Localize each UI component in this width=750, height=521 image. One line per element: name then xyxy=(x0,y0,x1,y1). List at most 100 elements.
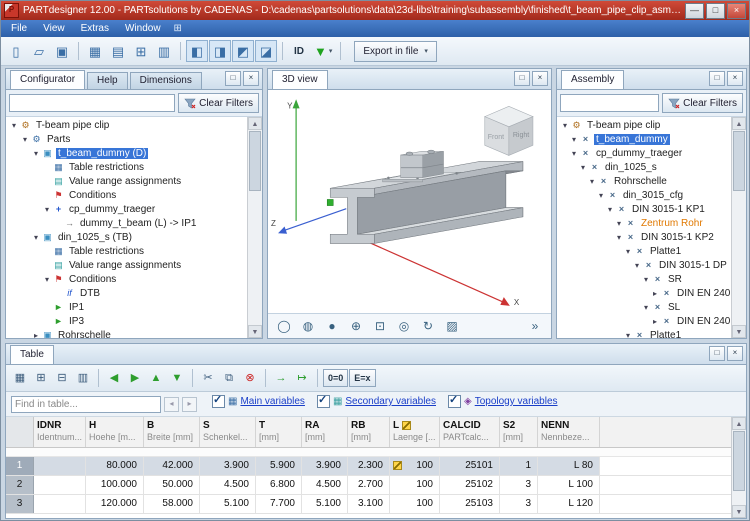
scroll-thumb[interactable] xyxy=(733,431,745,491)
variable-filter-label[interactable]: Main variables xyxy=(240,396,304,407)
tree-item-conditions[interactable]: ⚑Conditions xyxy=(6,188,247,202)
table-cell[interactable]: 120.000 xyxy=(86,495,144,513)
collapse-icon[interactable]: ▾ xyxy=(623,247,633,256)
table-cell[interactable]: 25102 xyxy=(440,476,500,494)
tree-item-t-beam-pipe-clip[interactable]: ▾⚙T-beam pipe clip xyxy=(6,118,247,132)
collapse-icon[interactable]: ▾ xyxy=(623,331,633,339)
scroll-track[interactable] xyxy=(732,192,746,325)
row-header[interactable]: 1 xyxy=(6,457,34,475)
expand-icon[interactable]: ▸ xyxy=(650,317,660,326)
collapse-icon[interactable]: ▾ xyxy=(560,121,570,130)
tree-item-t-beam-pipe-clip[interactable]: ▾⚙T-beam pipe clip xyxy=(557,118,731,132)
tree-item-din-1025-s[interactable]: ▾×din_1025_s xyxy=(557,160,731,174)
tree-item-ip3[interactable]: ►IP3 xyxy=(6,314,247,328)
publish-dropdown-button[interactable]: ▼▾ xyxy=(311,40,335,62)
insert-row-button[interactable]: ⊞ xyxy=(31,368,51,388)
collapse-icon[interactable]: ▾ xyxy=(42,205,52,214)
table-cell[interactable]: 25101 xyxy=(440,457,500,475)
rotate-view-button[interactable]: ↻ xyxy=(417,315,439,337)
scroll-down-icon[interactable]: ▼ xyxy=(248,325,262,338)
tab-3d-view[interactable]: 3D view xyxy=(272,70,328,89)
panel-close-button[interactable]: × xyxy=(532,71,548,86)
scroll-track[interactable] xyxy=(732,492,746,505)
tree-item-table-restrictions[interactable]: ▦Table restrictions xyxy=(6,244,247,258)
checkbox[interactable]: ✓ xyxy=(317,395,330,408)
column-header-rb[interactable]: RB[mm] xyxy=(348,417,390,447)
dimensions-button[interactable]: ⊞ xyxy=(130,40,152,62)
3d-viewport[interactable]: Y Z X xyxy=(268,90,551,313)
more-tools-button[interactable]: » xyxy=(524,315,546,337)
cut-button[interactable]: ✂ xyxy=(198,368,218,388)
panel-close-button[interactable]: × xyxy=(243,71,259,86)
table-cell[interactable]: 4.500 xyxy=(302,476,348,494)
collapse-icon[interactable]: ▾ xyxy=(42,275,52,284)
menu-window[interactable]: Window xyxy=(117,22,169,35)
table-cell[interactable]: 3.900 xyxy=(200,457,256,475)
table-cell[interactable]: 80.000 xyxy=(86,457,144,475)
tree-item-cp-dummy-traeger[interactable]: ▾+cp_dummy_traeger xyxy=(6,202,247,216)
features-button[interactable]: ▥ xyxy=(153,40,175,62)
tree-item-platte1[interactable]: ▾×Platte1 xyxy=(557,328,731,338)
minimize-button[interactable]: — xyxy=(685,3,704,19)
tree-item-rohrschelle[interactable]: ▾×Rohrschelle xyxy=(557,174,731,188)
move-row-up-button[interactable]: ▲ xyxy=(146,368,166,388)
tree-item-t-beam-dummy[interactable]: ▾×t_beam_dummy xyxy=(557,132,731,146)
copy-button[interactable]: ⧉ xyxy=(219,368,239,388)
panel-close-button[interactable]: × xyxy=(727,71,743,86)
tree-item-ip1[interactable]: ►IP1 xyxy=(6,300,247,314)
tab-table[interactable]: Table xyxy=(10,345,54,364)
menu-view[interactable]: View xyxy=(35,22,73,35)
column-header-ra[interactable]: RA[mm] xyxy=(302,417,348,447)
table-cell[interactable]: 1 xyxy=(500,457,538,475)
table-cell[interactable]: 3 xyxy=(500,476,538,494)
column-header-h[interactable]: HHoehe [m... xyxy=(86,417,144,447)
zoom-window-button[interactable]: ⊡ xyxy=(369,315,391,337)
find-in-table-input[interactable] xyxy=(11,396,161,413)
value-ranges-button[interactable]: ▤ xyxy=(107,40,129,62)
table-cell[interactable]: 3.900 xyxy=(302,457,348,475)
vertical-scrollbar[interactable]: ▲ ▼ xyxy=(247,117,262,338)
table-row[interactable]: 2100.00050.0004.5006.8004.5002.700100251… xyxy=(6,476,731,495)
render-solid-button[interactable]: ◍ xyxy=(297,315,319,337)
table-cell[interactable]: 3.100 xyxy=(348,495,390,513)
collapse-icon[interactable]: ▾ xyxy=(596,191,606,200)
expand-icon[interactable]: ▸ xyxy=(31,331,41,339)
tree-item-parts[interactable]: ▾⚙Parts xyxy=(6,132,247,146)
table-cell[interactable]: 25103 xyxy=(440,495,500,513)
tab-help[interactable]: Help xyxy=(87,72,128,89)
tree-item-sr[interactable]: ▾×SR xyxy=(557,272,731,286)
section-view-button[interactable]: ▨ xyxy=(441,315,463,337)
menu-extras[interactable]: Extras xyxy=(73,22,117,35)
delete-row-button[interactable]: ⊟ xyxy=(52,368,72,388)
tree-item-rohrschelle[interactable]: ▸▣Rohrschelle xyxy=(6,328,247,338)
tab-dimensions[interactable]: Dimensions xyxy=(130,72,202,89)
vertical-scrollbar[interactable]: ▲ ▼ xyxy=(731,117,746,338)
move-column-right-button[interactable]: ▶ xyxy=(125,368,145,388)
column-header-l[interactable]: LLaenge [... xyxy=(390,417,440,447)
table-cell[interactable]: 100 xyxy=(390,495,440,513)
window-list-icon[interactable]: ⊞ xyxy=(169,23,187,34)
table-row[interactable]: 180.00042.0003.9005.9003.9002.3001002510… xyxy=(6,457,731,476)
collapse-icon[interactable]: ▾ xyxy=(605,205,615,214)
table-cell[interactable]: 5.100 xyxy=(200,495,256,513)
export-in-file-button[interactable]: Export in file ▾ xyxy=(354,41,437,62)
tree-item-din-3015-1-dp[interactable]: ▾×DIN 3015-1 DP xyxy=(557,258,731,272)
vertical-scrollbar[interactable]: ▲ ▼ xyxy=(731,417,746,518)
scroll-down-icon[interactable]: ▼ xyxy=(732,505,746,518)
delete-cells-button[interactable]: ⊗ xyxy=(240,368,260,388)
panel-close-button[interactable]: × xyxy=(727,346,743,361)
move-column-left-button[interactable]: ◀ xyxy=(104,368,124,388)
scroll-track[interactable] xyxy=(248,192,262,325)
variable-filter-label[interactable]: Topology variables xyxy=(475,396,558,407)
table-cell[interactable]: 2.300 xyxy=(348,457,390,475)
collapse-icon[interactable]: ▾ xyxy=(614,233,624,242)
scroll-up-icon[interactable]: ▲ xyxy=(732,117,746,130)
navigation-cube[interactable]: Front Right xyxy=(485,106,533,155)
table-cell[interactable]: L 120 xyxy=(538,495,600,513)
checkbox[interactable]: ✓ xyxy=(448,395,461,408)
value-range-mode-button[interactable]: 0=0 xyxy=(323,369,348,387)
tree-item-din-en-2401[interactable]: ▸×DIN EN 2401 xyxy=(557,314,731,328)
tree-item-din-en-2401[interactable]: ▸×DIN EN 2401 xyxy=(557,286,731,300)
collapse-icon[interactable]: ▾ xyxy=(569,135,579,144)
table-view-button[interactable]: ▦ xyxy=(84,40,106,62)
